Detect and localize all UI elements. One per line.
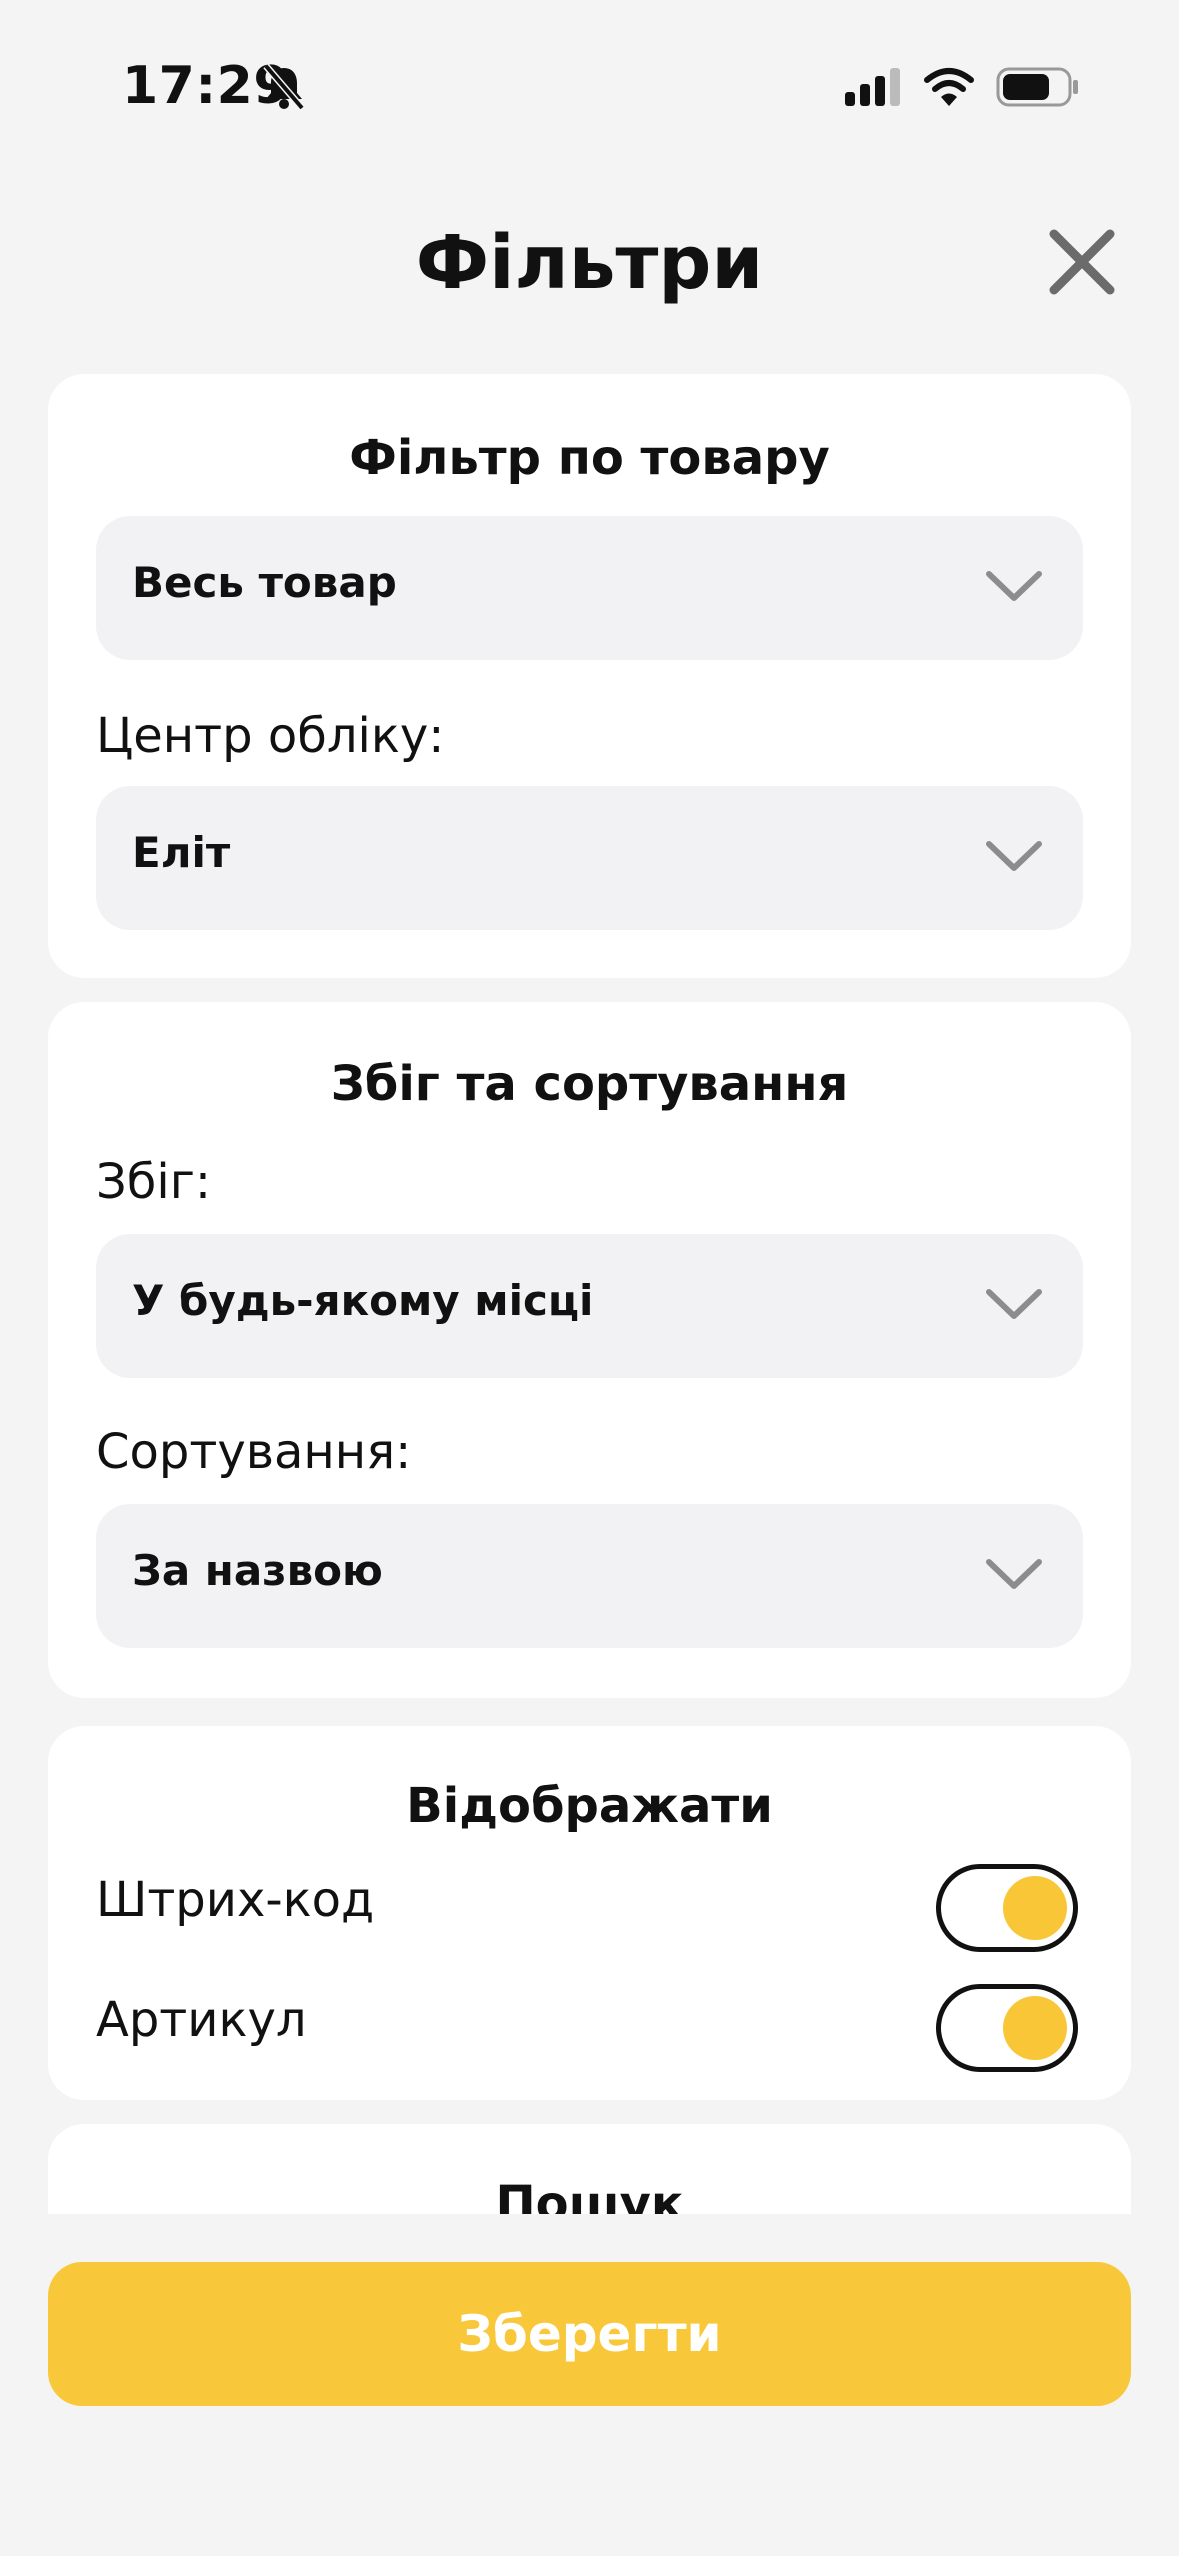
product-select-value: Весь товар [132, 558, 397, 607]
battery-icon [996, 67, 1078, 107]
display-title: Відображати [406, 1778, 773, 1834]
bell-off-icon [263, 64, 305, 110]
barcode-toggle[interactable] [936, 1864, 1078, 1952]
product-filter-card: Фільтр по товару Весь товар Центр обліку… [48, 374, 1131, 978]
product-filter-title: Фільтр по товару [349, 430, 830, 486]
toggle-knob [1003, 1996, 1067, 2060]
article-toggle[interactable] [936, 1984, 1078, 2072]
sort-select[interactable]: За назвою [96, 1504, 1083, 1648]
sort-select-value: За назвою [132, 1546, 383, 1595]
center-select-value: Еліт [132, 828, 231, 877]
center-select[interactable]: Еліт [96, 786, 1083, 930]
chevron-down-icon [986, 1289, 1042, 1319]
close-icon[interactable] [1046, 226, 1118, 298]
display-card: Відображати Штрих-код Артикул [48, 1726, 1131, 2100]
toggle-knob [1003, 1876, 1067, 1940]
chevron-down-icon [986, 571, 1042, 601]
page-title: Фільтри [415, 220, 764, 306]
product-select[interactable]: Весь товар [96, 516, 1083, 660]
match-select-value: У будь-якому місці [132, 1276, 594, 1325]
match-sort-title: Збіг та сортування [330, 1056, 849, 1112]
save-button-label: Зберегти [457, 2305, 722, 2363]
cellular-signal-icon [845, 68, 900, 106]
save-button[interactable]: Зберегти [48, 2262, 1131, 2406]
match-label: Збіг: [96, 1154, 212, 1210]
filters-scroll-area[interactable]: Фільтр по товару Весь товар Центр обліку… [0, 370, 1179, 2214]
match-select[interactable]: У будь-якому місці [96, 1234, 1083, 1378]
filters-screen: 17:29 Фільтри Фільтр по товару Весь това… [0, 0, 1179, 2556]
chevron-down-icon [986, 1559, 1042, 1589]
center-label: Центр обліку: [96, 708, 445, 764]
chevron-down-icon [986, 841, 1042, 871]
article-toggle-label: Артикул [96, 1992, 307, 2048]
search-title: Пошук [495, 2176, 684, 2214]
match-sort-card: Збіг та сортування Збіг: У будь-якому мі… [48, 1002, 1131, 1698]
search-card: Пошук [48, 2124, 1131, 2214]
sort-label: Сортування: [96, 1424, 412, 1480]
wifi-icon [924, 68, 974, 106]
barcode-toggle-label: Штрих-код [96, 1872, 375, 1928]
